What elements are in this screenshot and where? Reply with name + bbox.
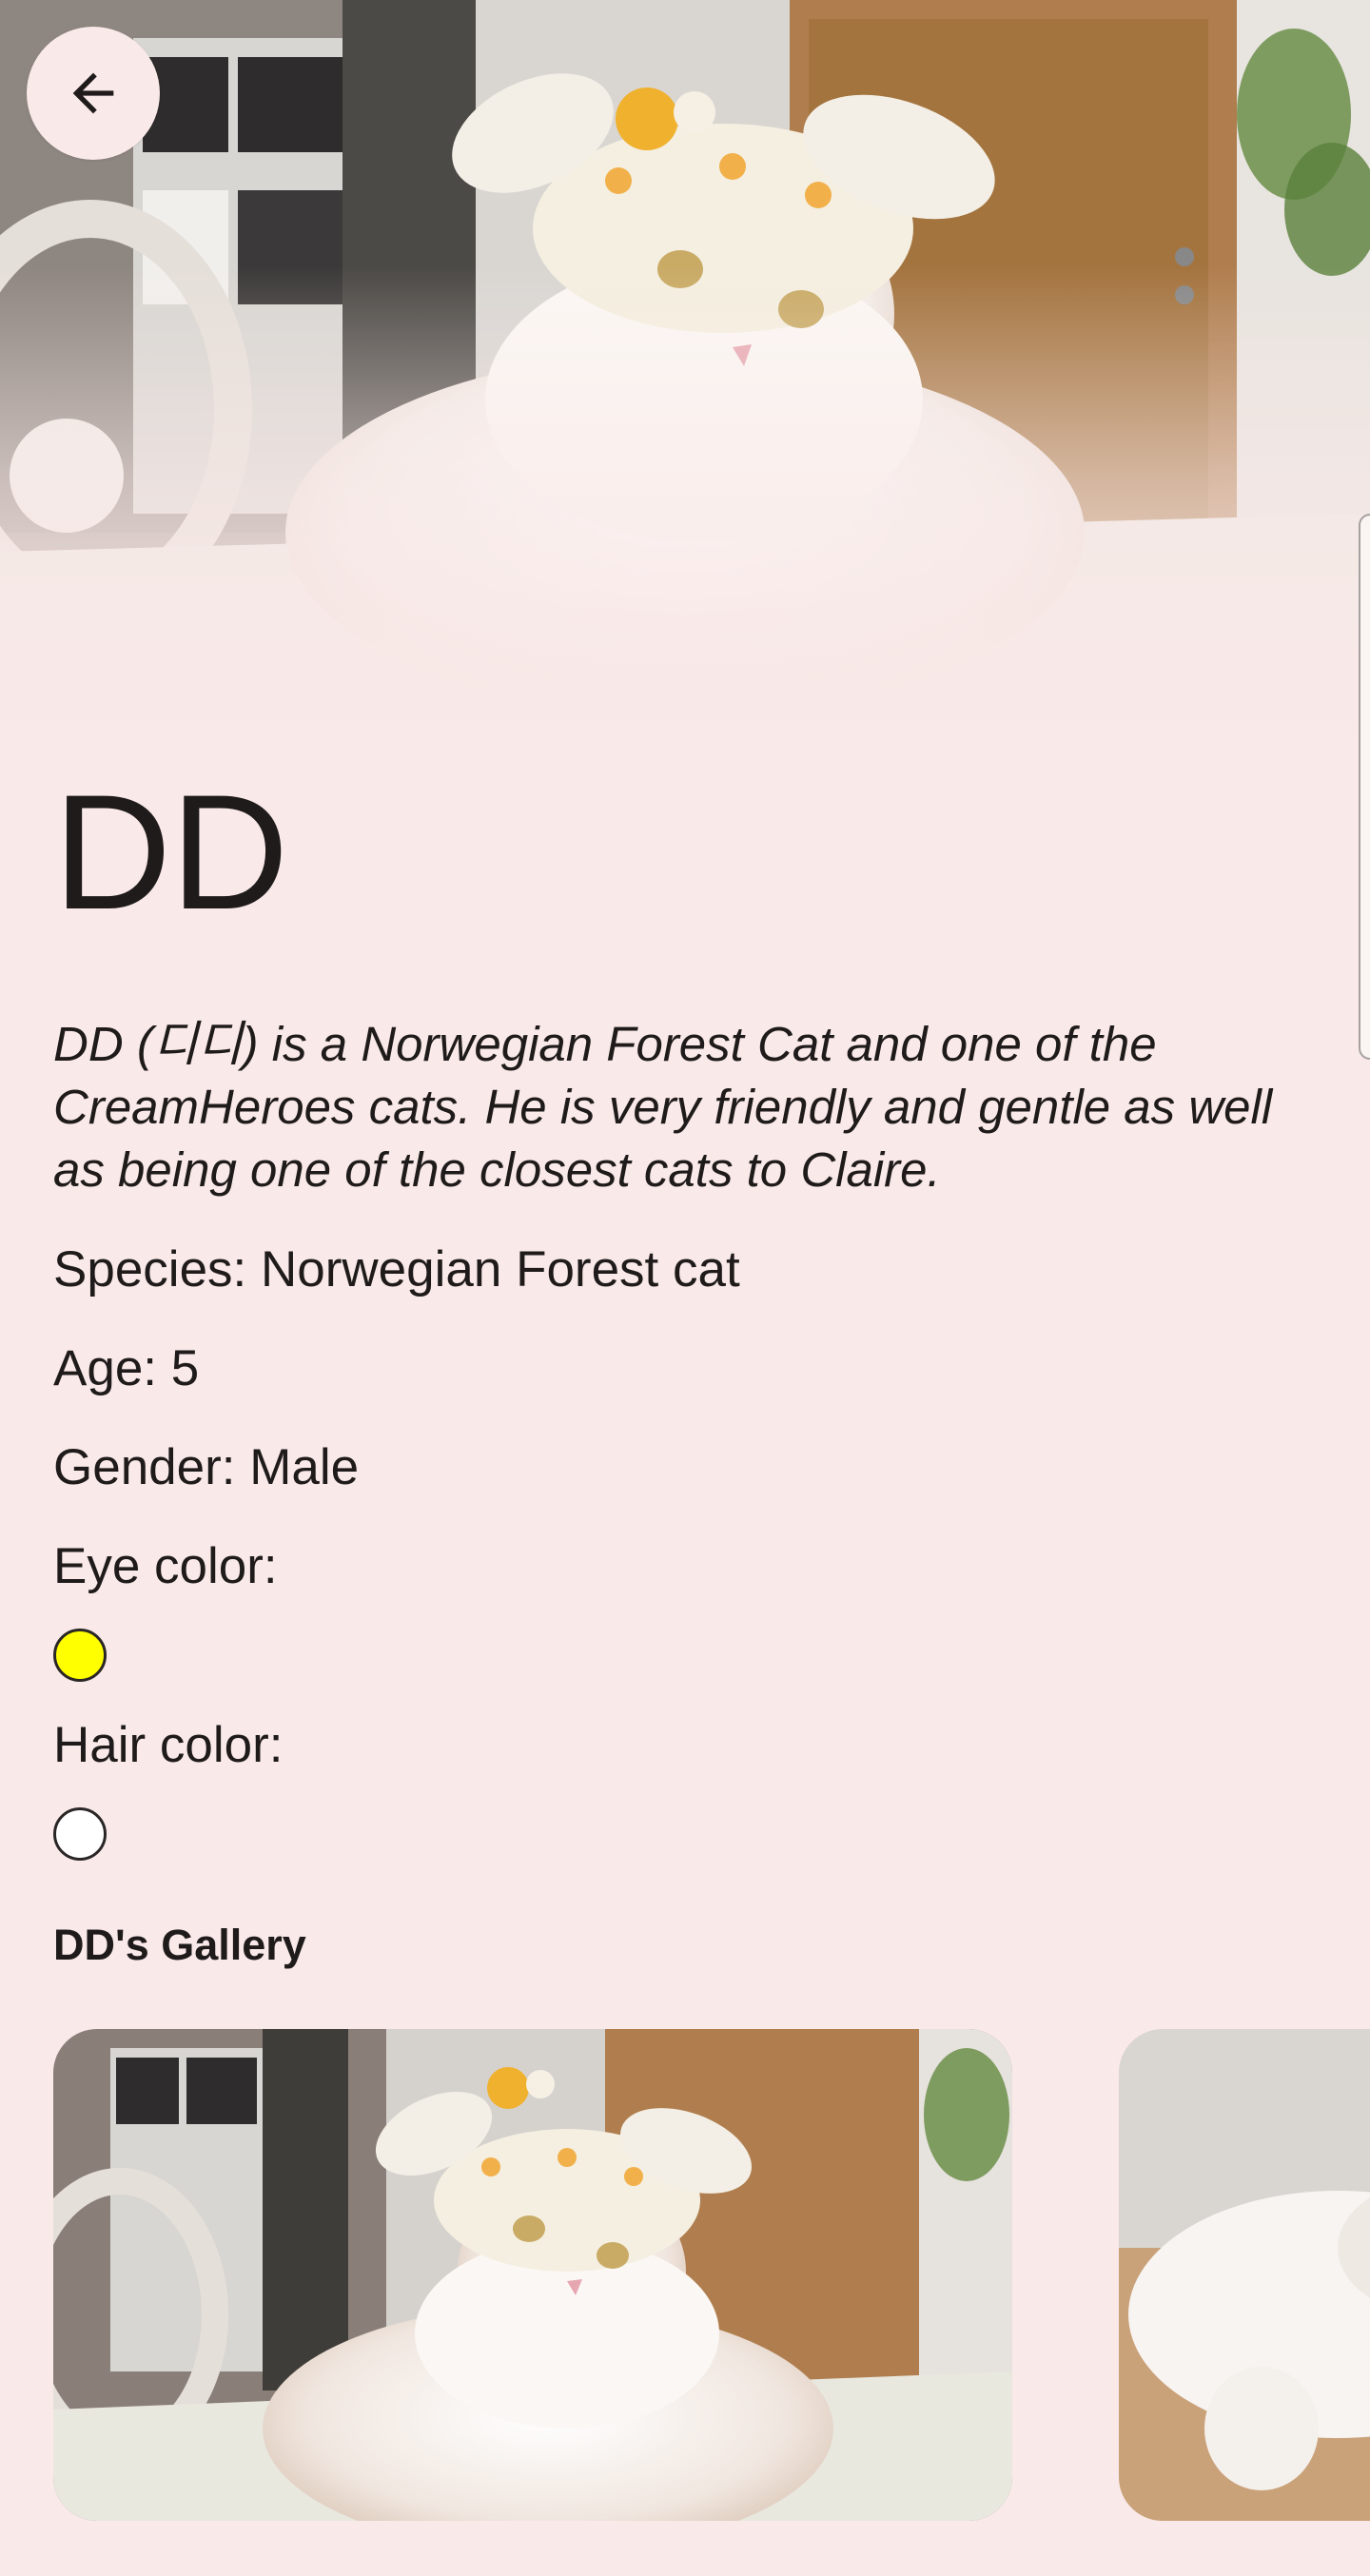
hero-fade-overlay bbox=[0, 0, 1370, 761]
hair-color-label: Hair color: bbox=[53, 1717, 284, 1773]
gallery-photo-1[interactable] bbox=[53, 2029, 1012, 2521]
cat-photo-image bbox=[53, 2029, 1012, 2521]
hair-color-swatch bbox=[53, 1807, 107, 1861]
hero-photo bbox=[0, 0, 1370, 761]
eye-color-label: Eye color: bbox=[53, 1538, 278, 1594]
cat-detail-page: DD DD (디디) is a Norwegian Forest Cat and… bbox=[0, 0, 1370, 2576]
species-text: Species: Norwegian Forest cat bbox=[53, 1241, 740, 1298]
cat-name-title: DD bbox=[53, 761, 288, 944]
gallery-photo-2[interactable] bbox=[1119, 2029, 1370, 2521]
cat-description: DD (디디) is a Norwegian Forest Cat and on… bbox=[53, 1017, 1273, 1197]
gender-text: Gender: Male bbox=[53, 1439, 360, 1495]
back-button[interactable] bbox=[27, 27, 160, 160]
eye-color-swatch bbox=[53, 1629, 107, 1682]
arrow-back-icon bbox=[72, 72, 114, 114]
cat-photo-image bbox=[1119, 2029, 1370, 2521]
age-text: Age: 5 bbox=[53, 1340, 200, 1396]
scrollbar-thumb[interactable] bbox=[1359, 514, 1370, 1060]
gallery-carousel[interactable] bbox=[0, 2029, 1370, 2521]
gallery-title: DD's Gallery bbox=[53, 1921, 306, 1969]
